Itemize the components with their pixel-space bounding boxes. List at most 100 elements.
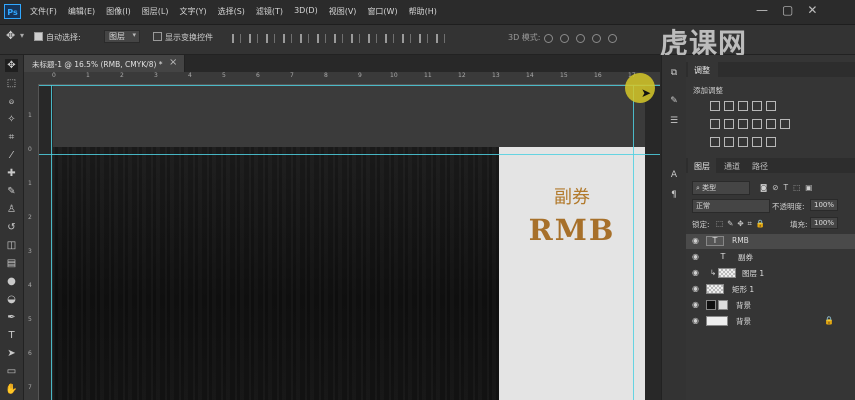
crop-tool-icon[interactable]: ⌗ <box>5 131 18 144</box>
align-left-icon[interactable] <box>283 34 292 43</box>
menu-window[interactable]: 窗口(W) <box>367 6 397 17</box>
color-balance-icon[interactable] <box>724 119 734 129</box>
visibility-eye-icon[interactable]: ◉ <box>692 236 699 245</box>
lock-icon[interactable]: 🔒 <box>824 316 834 325</box>
blur-tool-icon[interactable]: ● <box>5 275 18 288</box>
menu-edit[interactable]: 编辑(E) <box>68 6 95 17</box>
close-tab-icon[interactable]: × <box>169 57 177 68</box>
canvas-area[interactable]: 副券 RMB <box>39 85 660 400</box>
character-panel-icon[interactable]: A <box>668 169 680 181</box>
eraser-tool-icon[interactable]: ◫ <box>5 239 18 252</box>
menu-3d[interactable]: 3D(D) <box>294 6 318 17</box>
history-panel-icon[interactable]: ⧉ <box>668 67 680 79</box>
align-bottom-icon[interactable] <box>266 34 275 43</box>
pen-tool-icon[interactable]: ✒ <box>5 311 18 324</box>
visibility-eye-icon[interactable]: ◉ <box>692 316 699 325</box>
align-hcenter-icon[interactable] <box>300 34 309 43</box>
color-lookup-icon[interactable] <box>780 119 790 129</box>
show-transform-checkbox[interactable]: 显示变换控件 <box>153 32 213 43</box>
type-tool-icon[interactable]: T <box>5 329 18 342</box>
layer-row-background[interactable]: ◉ 背景 🔒 <box>686 314 855 329</box>
auto-select-dropdown[interactable]: 图层 <box>104 30 140 43</box>
path-selection-tool-icon[interactable]: ➤ <box>5 347 18 360</box>
visibility-eye-icon[interactable]: ◉ <box>692 252 699 261</box>
menu-image[interactable]: 图像(I) <box>106 6 131 17</box>
visibility-eye-icon[interactable]: ◉ <box>692 300 699 309</box>
menu-type[interactable]: 文字(Y) <box>179 6 206 17</box>
blend-mode-dropdown[interactable]: 正常 <box>692 199 770 213</box>
fill-field[interactable]: 100% <box>810 217 839 229</box>
tool-preset-chevron-icon[interactable]: ▾ <box>20 31 24 40</box>
exposure-icon[interactable] <box>752 101 762 111</box>
auto-align-icon[interactable] <box>436 34 445 43</box>
slide-3d-icon[interactable] <box>592 34 601 43</box>
maximize-button[interactable]: ▢ <box>782 3 793 17</box>
horizontal-ruler[interactable]: 0 1 2 3 4 5 6 7 8 9 10 11 12 13 14 15 16… <box>38 72 660 85</box>
opacity-field[interactable]: 100% <box>810 199 839 211</box>
document-tab[interactable]: 未标题-1 @ 16.5% (RMB, CMYK/8) * × <box>24 55 185 72</box>
channel-mixer-icon[interactable] <box>766 119 776 129</box>
move-tool-icon[interactable]: ✥ <box>5 59 18 72</box>
guide-line-horizontal[interactable] <box>39 85 660 86</box>
healing-brush-tool-icon[interactable]: ✚ <box>5 167 18 180</box>
tab-paths[interactable]: 路径 <box>752 161 768 172</box>
paragraph-panel-icon[interactable]: ¶ <box>668 189 680 201</box>
clone-stamp-tool-icon[interactable]: ♙ <box>5 203 18 216</box>
vertical-ruler[interactable]: 1 0 1 2 3 4 5 6 7 <box>24 84 39 400</box>
align-right-icon[interactable] <box>317 34 326 43</box>
distribute-top-icon[interactable] <box>334 34 343 43</box>
menu-filter[interactable]: 滤镜(T) <box>256 6 283 17</box>
threshold-icon[interactable] <box>738 137 748 147</box>
menu-file[interactable]: 文件(F) <box>30 6 57 17</box>
minimize-button[interactable]: — <box>756 3 768 17</box>
photo-filter-icon[interactable] <box>752 119 762 129</box>
layer-row-rect1[interactable]: ◉ 矩形 1 <box>686 282 855 297</box>
layer-row-layer1[interactable]: ◉ ↳ 图层 1 <box>686 266 855 281</box>
black-white-icon[interactable] <box>738 119 748 129</box>
dodge-tool-icon[interactable]: ◒ <box>5 293 18 306</box>
layer-row-fuquan[interactable]: ◉ T 副券 <box>686 250 855 265</box>
magic-wand-tool-icon[interactable]: ✧ <box>5 113 18 126</box>
layer-row-rmb[interactable]: ◉ T RMB <box>686 234 855 249</box>
menu-layer[interactable]: 图层(L) <box>142 6 169 17</box>
tab-channels[interactable]: 通道 <box>724 161 740 172</box>
hue-saturation-icon[interactable] <box>710 119 720 129</box>
layer-filter-dropdown[interactable]: ⌕ 类型 <box>692 181 750 195</box>
rectangle-tool-icon[interactable]: ▭ <box>5 365 18 378</box>
ruler-origin[interactable] <box>24 72 38 84</box>
invert-icon[interactable] <box>710 137 720 147</box>
brightness-contrast-icon[interactable] <box>710 101 720 111</box>
properties-panel-icon[interactable]: ☰ <box>668 115 680 127</box>
hand-tool-icon[interactable]: ✋ <box>5 383 18 396</box>
curves-icon[interactable] <box>738 101 748 111</box>
menu-help[interactable]: 帮助(H) <box>409 6 437 17</box>
orbit-3d-icon[interactable] <box>544 34 553 43</box>
posterize-icon[interactable] <box>724 137 734 147</box>
align-vcenter-icon[interactable] <box>249 34 258 43</box>
history-brush-tool-icon[interactable]: ↺ <box>5 221 18 234</box>
menu-view[interactable]: 视图(V) <box>329 6 357 17</box>
selective-color-icon[interactable] <box>752 137 762 147</box>
roll-3d-icon[interactable] <box>560 34 569 43</box>
auto-select-checkbox[interactable]: 自动选择: <box>34 32 81 43</box>
distribute-hcenter-icon[interactable] <box>402 34 411 43</box>
guide-line-vertical[interactable] <box>51 85 52 400</box>
distribute-vcenter-icon[interactable] <box>351 34 360 43</box>
layer-row-bg-dark[interactable]: ◉ 背景 <box>686 298 855 313</box>
close-window-button[interactable]: ✕ <box>807 3 817 17</box>
eyedropper-tool-icon[interactable]: ⁄ <box>5 149 18 162</box>
distribute-left-icon[interactable] <box>385 34 394 43</box>
guide-line-vertical[interactable] <box>633 85 634 400</box>
menu-select[interactable]: 选择(S) <box>218 6 245 17</box>
marquee-tool-icon[interactable]: ⬚ <box>5 77 18 90</box>
levels-icon[interactable] <box>724 101 734 111</box>
gradient-tool-icon[interactable]: ▤ <box>5 257 18 270</box>
drag-3d-icon[interactable] <box>576 34 585 43</box>
brush-panel-icon[interactable]: ✎ <box>668 95 680 107</box>
lasso-tool-icon[interactable]: ဓ <box>5 95 18 108</box>
guide-line-horizontal[interactable] <box>39 154 660 155</box>
tab-layers[interactable]: 图层 <box>694 161 710 172</box>
lock-icons[interactable]: ⬚✎✥⌗🔒 <box>716 219 769 229</box>
align-top-icon[interactable] <box>232 34 241 43</box>
visibility-eye-icon[interactable]: ◉ <box>692 284 699 293</box>
